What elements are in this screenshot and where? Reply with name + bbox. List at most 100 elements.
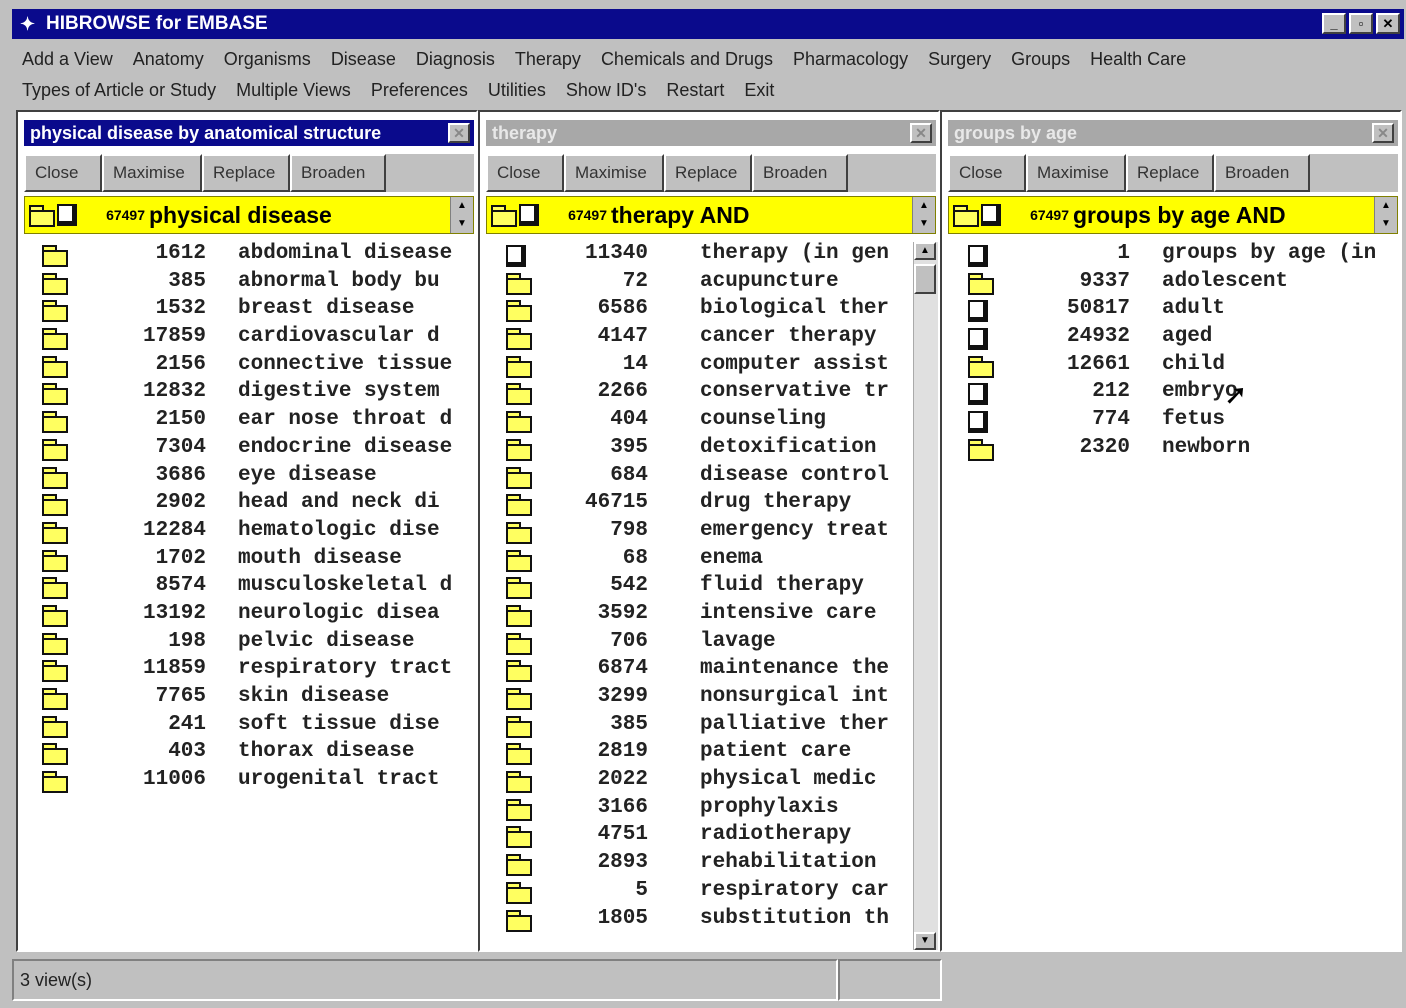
pane-close-icon[interactable]: ✕ bbox=[448, 123, 470, 143]
list-item[interactable]: 46715 drug therapy bbox=[480, 491, 914, 519]
menu-restart[interactable]: Restart bbox=[666, 80, 724, 101]
list-item[interactable]: 11340 therapy (in gen bbox=[480, 242, 914, 270]
list-item[interactable]: 12832 digestive system bbox=[18, 380, 476, 408]
vertical-scrollbar[interactable]: ▲ ▼ bbox=[913, 242, 938, 950]
maximise-button[interactable]: Maximise bbox=[564, 154, 664, 192]
close-button[interactable]: Close bbox=[486, 154, 564, 192]
header-spin-icon[interactable]: ▲ ▼ bbox=[1374, 197, 1397, 233]
list-item[interactable]: 1702 mouth disease bbox=[18, 547, 476, 575]
menu-types-of-article[interactable]: Types of Article or Study bbox=[22, 80, 216, 101]
list-item[interactable]: 5 respiratory car bbox=[480, 879, 914, 907]
list-item[interactable]: 3686 eye disease bbox=[18, 464, 476, 492]
list-item[interactable]: 798 emergency treat bbox=[480, 519, 914, 547]
list-item[interactable]: 2819 patient care bbox=[480, 740, 914, 768]
list-item[interactable]: 4751 radiotherapy bbox=[480, 823, 914, 851]
list-item[interactable]: 1 groups by age (in bbox=[942, 242, 1400, 270]
pane-close-icon[interactable]: ✕ bbox=[910, 123, 932, 143]
list-item[interactable]: 4147 cancer therapy bbox=[480, 325, 914, 353]
list-item[interactable]: 6586 biological ther bbox=[480, 297, 914, 325]
list-item[interactable]: 198 pelvic disease bbox=[18, 630, 476, 658]
replace-button[interactable]: Replace bbox=[664, 154, 752, 192]
list-item[interactable]: 404 counseling bbox=[480, 408, 914, 436]
item-label: newborn bbox=[1162, 435, 1251, 459]
menu-health-care[interactable]: Health Care bbox=[1090, 49, 1186, 70]
menu-groups[interactable]: Groups bbox=[1011, 49, 1070, 70]
list-item[interactable]: 385 abnormal body bu bbox=[18, 270, 476, 298]
broaden-button[interactable]: Broaden bbox=[752, 154, 848, 192]
list-item[interactable]: 68 enema bbox=[480, 547, 914, 575]
list-item[interactable]: 8574 musculoskeletal d bbox=[18, 574, 476, 602]
list-item[interactable]: 684 disease control bbox=[480, 464, 914, 492]
menu-surgery[interactable]: Surgery bbox=[928, 49, 991, 70]
list-item[interactable]: 12284 hematologic dise bbox=[18, 519, 476, 547]
scroll-up-icon[interactable]: ▲ bbox=[914, 242, 936, 260]
menu-anatomy[interactable]: Anatomy bbox=[133, 49, 204, 70]
menu-add-a-view[interactable]: Add a View bbox=[22, 49, 113, 70]
list-item[interactable]: 24932 aged bbox=[942, 325, 1400, 353]
list-item[interactable]: 9337 adolescent bbox=[942, 270, 1400, 298]
list-item[interactable]: 395 detoxification bbox=[480, 436, 914, 464]
list-item[interactable]: 3299 nonsurgical int bbox=[480, 685, 914, 713]
menu-pharmacology[interactable]: Pharmacology bbox=[793, 49, 908, 70]
maximise-button[interactable]: Maximise bbox=[102, 154, 202, 192]
menu-diagnosis[interactable]: Diagnosis bbox=[416, 49, 495, 70]
menu-show-ids[interactable]: Show ID's bbox=[566, 80, 646, 101]
replace-button[interactable]: Replace bbox=[202, 154, 290, 192]
list-item[interactable]: 3592 intensive care bbox=[480, 602, 914, 630]
list-item[interactable]: 1805 substitution th bbox=[480, 907, 914, 935]
pane-close-icon[interactable]: ✕ bbox=[1372, 123, 1394, 143]
close-window-button[interactable]: ✕ bbox=[1376, 13, 1400, 34]
list-item[interactable]: 6874 maintenance the bbox=[480, 657, 914, 685]
scroll-down-icon[interactable]: ▼ bbox=[914, 932, 936, 950]
list-item[interactable]: 13192 neurologic disea bbox=[18, 602, 476, 630]
list-item[interactable]: 3166 prophylaxis bbox=[480, 796, 914, 824]
header-spin-icon[interactable]: ▲ ▼ bbox=[912, 197, 935, 233]
list-item[interactable]: 2893 rehabilitation bbox=[480, 851, 914, 879]
list-item[interactable]: 2156 connective tissue bbox=[18, 353, 476, 381]
maximize-button[interactable]: ▫ bbox=[1349, 13, 1373, 34]
close-button[interactable]: Close bbox=[948, 154, 1026, 192]
list-item[interactable]: 7765 skin disease bbox=[18, 685, 476, 713]
list-item[interactable]: 403 thorax disease bbox=[18, 740, 476, 768]
list-item[interactable]: 385 palliative ther bbox=[480, 713, 914, 741]
list-item[interactable]: 14 computer assist bbox=[480, 353, 914, 381]
list-item[interactable]: 2902 head and neck di bbox=[18, 491, 476, 519]
list-item[interactable]: 50817 adult bbox=[942, 297, 1400, 325]
scroll-thumb[interactable] bbox=[914, 264, 936, 294]
list-item[interactable]: 1532 breast disease bbox=[18, 297, 476, 325]
list-item[interactable]: 706 lavage bbox=[480, 630, 914, 658]
broaden-button[interactable]: Broaden bbox=[1214, 154, 1310, 192]
pane-header[interactable]: 67497 groups by age AND ▲ ▼ bbox=[948, 196, 1398, 234]
broaden-button[interactable]: Broaden bbox=[290, 154, 386, 192]
list-item[interactable]: 212 embryo bbox=[942, 380, 1400, 408]
list-item[interactable]: 2266 conservative tr bbox=[480, 380, 914, 408]
menu-chemicals-and-drugs[interactable]: Chemicals and Drugs bbox=[601, 49, 773, 70]
list-item[interactable]: 72 acupuncture bbox=[480, 270, 914, 298]
pane-header[interactable]: 67497 physical disease ▲ ▼ bbox=[24, 196, 474, 234]
menu-utilities[interactable]: Utilities bbox=[488, 80, 546, 101]
menu-multiple-views[interactable]: Multiple Views bbox=[236, 80, 351, 101]
list-item[interactable]: 241 soft tissue dise bbox=[18, 713, 476, 741]
menu-disease[interactable]: Disease bbox=[331, 49, 396, 70]
list-item[interactable]: 17859 cardiovascular d bbox=[18, 325, 476, 353]
list-item[interactable]: 2022 physical medic bbox=[480, 768, 914, 796]
pane-header[interactable]: 67497 therapy AND ▲ ▼ bbox=[486, 196, 936, 234]
menu-organisms[interactable]: Organisms bbox=[224, 49, 311, 70]
header-spin-icon[interactable]: ▲ ▼ bbox=[450, 197, 473, 233]
list-item[interactable]: 7304 endocrine disease bbox=[18, 436, 476, 464]
list-item[interactable]: 12661 child bbox=[942, 353, 1400, 381]
list-item[interactable]: 2150 ear nose throat d bbox=[18, 408, 476, 436]
menu-therapy[interactable]: Therapy bbox=[515, 49, 581, 70]
list-item[interactable]: 774 fetus bbox=[942, 408, 1400, 436]
minimize-button[interactable]: _ bbox=[1322, 13, 1346, 34]
replace-button[interactable]: Replace bbox=[1126, 154, 1214, 192]
list-item[interactable]: 542 fluid therapy bbox=[480, 574, 914, 602]
close-button[interactable]: Close bbox=[24, 154, 102, 192]
list-item[interactable]: 11006 urogenital tract bbox=[18, 768, 476, 796]
list-item[interactable]: 11859 respiratory tract bbox=[18, 657, 476, 685]
menu-exit[interactable]: Exit bbox=[744, 80, 774, 101]
list-item[interactable]: 1612 abdominal disease bbox=[18, 242, 476, 270]
maximise-button[interactable]: Maximise bbox=[1026, 154, 1126, 192]
list-item[interactable]: 2320 newborn bbox=[942, 436, 1400, 464]
menu-preferences[interactable]: Preferences bbox=[371, 80, 468, 101]
